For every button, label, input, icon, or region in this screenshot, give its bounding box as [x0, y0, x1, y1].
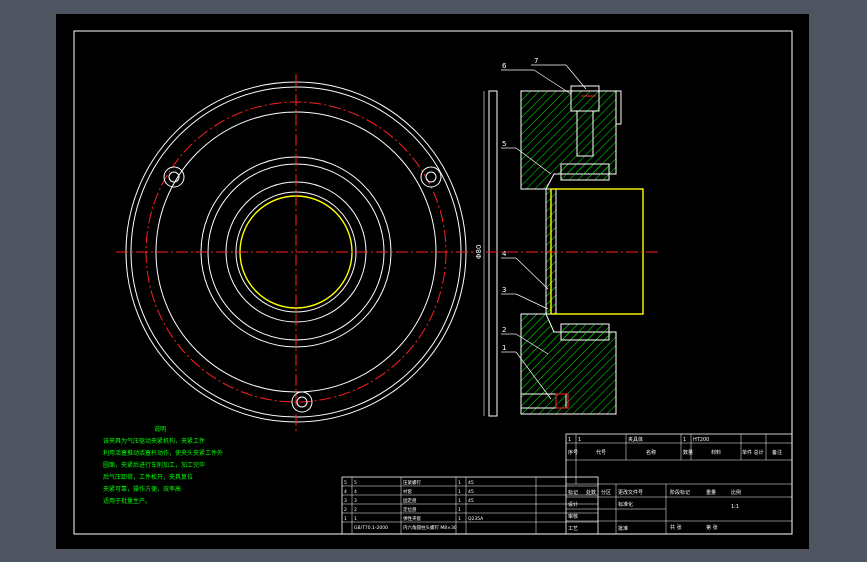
svg-text:1: 1	[458, 507, 461, 513]
svg-text:衬套: 衬套	[403, 488, 412, 495]
svg-text:1: 1	[458, 489, 461, 495]
part-label-2: 2	[502, 326, 506, 334]
title-block: 1 1 夹具体 1 HT200 序号 代号 名称 数量 材料 单件 总计 备注 …	[565, 433, 793, 535]
part-label-4: 4	[502, 250, 507, 258]
svg-text:比例: 比例	[731, 489, 741, 496]
part-label-5: 5	[502, 140, 506, 148]
part-label-3: 3	[502, 286, 506, 294]
svg-text:1: 1	[354, 516, 357, 522]
th-qty: 数量	[683, 449, 693, 456]
bolt-hole-right	[420, 166, 442, 188]
base-plate	[488, 90, 498, 417]
svg-text:45: 45	[468, 498, 474, 504]
technical-notes: 说明 该夹具为气压驱动夹紧机构，夹紧工件 利用活塞推动活塞杆动作，使夹头夹紧工件…	[103, 425, 223, 505]
svg-text:5: 5	[344, 480, 347, 486]
svg-text:45: 45	[468, 480, 474, 486]
svg-text:4: 4	[344, 489, 347, 495]
svg-text:标记: 标记	[568, 489, 578, 496]
svg-text:工艺: 工艺	[568, 526, 578, 532]
svg-text:分区: 分区	[601, 489, 611, 496]
front-view	[116, 74, 476, 434]
svg-text:批准: 批准	[618, 525, 628, 532]
th-name: 名称	[646, 449, 656, 456]
svg-text:弹性夹套: 弹性夹套	[403, 515, 421, 522]
svg-text:1: 1	[458, 516, 461, 522]
svg-text:1: 1	[344, 516, 347, 522]
svg-text:GB/T70.1-2000: GB/T70.1-2000	[354, 525, 388, 531]
svg-text:更改文件号: 更改文件号	[618, 489, 643, 496]
svg-text:45: 45	[468, 489, 474, 495]
svg-text:1: 1	[683, 437, 686, 443]
notes-line-2: 利用活塞推动活塞杆动作，使夹头夹紧工件外	[103, 449, 223, 457]
svg-text:定位盘: 定位盘	[403, 506, 417, 513]
part-label-7: 7	[534, 57, 538, 65]
notes-line-5: 夹紧可靠，操作方便，效率高	[103, 485, 181, 493]
svg-text:内六角圆柱头螺钉 M8×30: 内六角圆柱头螺钉 M8×30	[403, 524, 457, 531]
svg-text:3: 3	[344, 498, 347, 504]
svg-text:1: 1	[578, 437, 581, 443]
drawing-sheet: Φ80 6 7 5 4 3 2 1 说明 该夹具为气压驱动夹紧机构，夹紧工件 利…	[56, 14, 809, 549]
th-code: 代号	[596, 449, 606, 456]
part-label-6: 6	[502, 62, 507, 70]
notes-title: 说明	[154, 425, 166, 433]
svg-text:2: 2	[354, 507, 357, 513]
svg-text:1: 1	[458, 498, 461, 504]
part-label-1: 1	[502, 344, 506, 352]
svg-text:5: 5	[354, 480, 357, 486]
lower-insert	[560, 323, 610, 341]
svg-text:1: 1	[458, 480, 461, 486]
svg-text:共 张: 共 张	[670, 524, 682, 531]
svg-text:第 张: 第 张	[706, 524, 718, 531]
parts-list: 5 5 压紧螺钉 1 45 4 4 衬套 1 45 3 3 固定盘 1 45 2…	[341, 476, 599, 535]
cad-drawing: Φ80 6 7 5 4 3 2 1 说明 该夹具为气压驱动夹紧机构，夹紧工件 利…	[73, 30, 793, 535]
svg-text:1: 1	[568, 437, 571, 443]
svg-text:4: 4	[354, 489, 357, 495]
th-material: 材料	[711, 449, 721, 456]
svg-text:阶段标记: 阶段标记	[670, 489, 690, 496]
svg-text:处数: 处数	[586, 489, 596, 496]
notes-line-3: 圆面，夹紧后进行车削加工，加工完毕	[103, 461, 205, 469]
th-weight: 单件 总计	[742, 449, 764, 456]
svg-text:3: 3	[354, 498, 357, 504]
notes-line-4: 后气压卸荷，工件松开，夹具复位	[103, 473, 193, 481]
notes-line-1: 该夹具为气压驱动夹紧机构，夹紧工件	[103, 437, 205, 445]
svg-text:Q235A: Q235A	[468, 516, 484, 522]
th-remark: 备注	[772, 449, 782, 456]
notes-line-6: 适用于批量生产。	[103, 497, 151, 505]
svg-text:设计: 设计	[568, 501, 578, 508]
svg-text:标准化: 标准化	[618, 501, 633, 508]
svg-text:夹具体: 夹具体	[628, 436, 643, 443]
svg-text:1:1: 1:1	[731, 504, 739, 510]
svg-text:审核: 审核	[568, 513, 578, 520]
dimension-label: Φ80	[475, 245, 483, 259]
svg-text:固定盘: 固定盘	[403, 497, 417, 504]
svg-text:重量: 重量	[706, 489, 716, 496]
upper-insert	[560, 163, 610, 181]
th-seq: 序号	[568, 449, 578, 456]
svg-text:2: 2	[344, 507, 347, 513]
svg-text:HT200: HT200	[693, 437, 709, 443]
svg-text:压紧螺钉: 压紧螺钉	[403, 479, 421, 486]
